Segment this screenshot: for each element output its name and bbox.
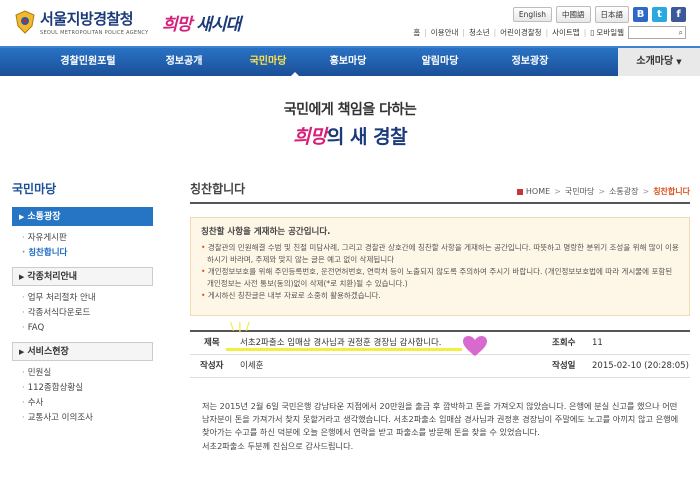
sidebar-item-faq[interactable]: · FAQ xyxy=(22,321,153,336)
site-logo[interactable]: 서울지방경찰청 SEOUL METROPOLITAN POLICE AGENCY xyxy=(14,8,148,36)
notice-line: • 경찰관의 민원해결 수범 및 친절 미담사례, 그리고 경찰관 상호간에 칭… xyxy=(201,243,679,264)
lang-chinese-button[interactable]: 中國語 xyxy=(556,6,591,23)
sidebar-cat-label: 소통광장 xyxy=(27,212,61,222)
banner-line1: 국민에게 책임을 다하는 xyxy=(283,102,417,118)
sidebar-item-forms[interactable]: · 각종서식다운로드 xyxy=(22,306,153,321)
nav-item-intro-label: 소개마당 xyxy=(636,56,674,67)
sidebar-cat-processing[interactable]: ▶ 각종처리안내 xyxy=(12,267,153,286)
nav-item-notice[interactable]: 알림마당 xyxy=(392,48,488,76)
notice-box: 칭찬할 사항을 게재하는 공간입니다. • 경찰관의 민원해결 수범 및 친절 … xyxy=(190,217,690,316)
triangle-right-icon: ▶ xyxy=(19,273,25,281)
sidebar-title: 국민마당 xyxy=(12,182,57,196)
breadcrumb-home[interactable]: HOME xyxy=(526,187,550,196)
banner-line2: 희망의 새 경찰 xyxy=(0,122,700,149)
sidebar-sublist-processing: · 업무 처리절차 안내 · 각종서식다운로드 · FAQ xyxy=(12,286,153,338)
facebook-icon[interactable]: f xyxy=(671,7,686,22)
author-label: 작성자 xyxy=(200,361,224,371)
language-bar: English 中國語 日本語 B t f xyxy=(512,6,686,23)
notice-line: • 개인정보보호를 위해 주민등록번호, 운전면허번호, 연락처 등이 노출되지… xyxy=(201,267,673,288)
sidebar-cat-communication[interactable]: ▶ 소통광장 xyxy=(12,207,153,226)
home-icon xyxy=(516,188,523,195)
util-kids-link[interactable]: 어린이경찰청 xyxy=(500,27,541,38)
util-guide-link[interactable]: 이용안내 xyxy=(431,27,459,38)
post-subject: 서초2파출소 임매삼 경사님과 권정훈 경장님 감사합니다. xyxy=(240,338,442,348)
sidebar-item-investigation[interactable]: · 수사 xyxy=(22,396,153,411)
slogan-hope: 희망 xyxy=(162,15,192,35)
post-body: 저는 2015년 2월 6일 국민은행 강남타운 지점에서 20만원을 출금 후… xyxy=(202,400,682,454)
title-divider xyxy=(190,202,690,204)
util-youth-link[interactable]: 청소년 xyxy=(469,27,490,38)
util-sitemap-link[interactable]: 사이트맵 xyxy=(552,27,580,38)
chevron-down-icon: ▼ xyxy=(676,58,682,66)
twitter-icon[interactable]: t xyxy=(652,7,667,22)
slogan-rest: 새시대 xyxy=(196,15,241,35)
hero-banner: 국민에게 책임을 다하는 희망의 새 경찰 xyxy=(0,76,700,166)
breadcrumb-current: 칭찬합니다 xyxy=(653,187,690,196)
sidebar-item-procedure[interactable]: · 업무 처리절차 안내 xyxy=(22,291,153,306)
post-date: 2015-02-10 (20:28:05) xyxy=(592,361,689,371)
sidebar-sublist-service: · 민원실 · 112종합상황실 · 수사 · 교통사고 이의조사 xyxy=(12,361,153,428)
sidebar-cat-label: 서비스현장 xyxy=(27,347,69,357)
sidebar-item-civil[interactable]: · 민원실 xyxy=(22,366,153,381)
date-label: 작성일 xyxy=(552,361,576,371)
mobile-icon: ▯ xyxy=(590,28,595,37)
search-icon[interactable]: ⌕ xyxy=(679,28,683,38)
slogan: 희망 새시대 xyxy=(162,10,241,35)
nav-item-portal[interactable]: 경찰민원포털 xyxy=(40,48,136,76)
sidebar-item-traffic[interactable]: · 교통사고 이의조사 xyxy=(22,411,153,426)
subject-label: 제목 xyxy=(204,338,220,348)
banner-hope: 희망 xyxy=(292,126,327,148)
police-emblem-icon xyxy=(15,10,35,34)
util-home-link[interactable]: 홈 xyxy=(413,27,420,38)
nav-item-public-label: 국민마당 xyxy=(249,56,287,67)
sidebar-sublist-communication: · 자유게시판 · 칭찬합니다 xyxy=(12,226,153,263)
sidebar-cat-label: 각종처리안내 xyxy=(27,272,78,282)
sidebar-item-112[interactable]: · 112종합상황실 xyxy=(22,381,153,396)
post-body-paragraph: 서초2파출소 두분께 진심으로 감사드립니다. xyxy=(202,441,354,451)
post-info-row-subject: 제목 \ | / 서초2파출소 임매삼 경사님과 권정훈 경장님 감사합니다. … xyxy=(190,320,690,356)
post-views: 11 xyxy=(592,338,603,348)
lang-japanese-button[interactable]: 日本語 xyxy=(594,6,629,23)
main-nav: 경찰민원포털 정보공개 국민마당 홍보마당 알림마당 정보광장 소개마당 ▼ xyxy=(0,46,700,77)
logo-title: 서울지방경찰청 xyxy=(40,10,134,28)
lang-english-button[interactable]: English xyxy=(512,7,552,22)
blog-icon[interactable]: B xyxy=(633,7,648,22)
notice-heading: 칭찬할 사항을 게재하는 공간입니다. xyxy=(201,227,331,237)
sidebar-item-freeboard[interactable]: · 자유게시판 xyxy=(22,231,153,246)
logo-subtitle: SEOUL METROPOLITAN POLICE AGENCY xyxy=(40,30,149,36)
util-mobile-link[interactable]: 모바일웹 xyxy=(596,27,624,38)
post-info-table: 제목 \ | / 서초2파출소 임매삼 경사님과 권정훈 경장님 감사합니다. … xyxy=(190,320,690,378)
sidebar-cat-service[interactable]: ▶ 서비스현장 xyxy=(12,342,153,361)
utility-links: 홈 | 이용안내 | 청소년 | 어린이경찰청 | 사이트맵 | ▯ 모바일웹 ⌕ xyxy=(413,26,686,39)
views-label: 조회수 xyxy=(552,338,576,348)
search-input[interactable]: ⌕ xyxy=(628,26,686,39)
breadcrumb-public[interactable]: 국민마당 xyxy=(565,186,594,197)
notice-line: • 게시하신 칭찬글은 내부 자료로 소중히 활용하겠습니다. xyxy=(201,291,381,300)
breadcrumb: HOME > 국민마당 > 소통광장 > 칭찬합니다 xyxy=(516,186,690,197)
nav-item-info[interactable]: 정보광장 xyxy=(482,48,578,76)
triangle-right-icon: ▶ xyxy=(19,213,25,221)
triangle-right-icon: ▶ xyxy=(19,348,25,356)
sidebar-item-praise[interactable]: · 칭찬합니다 xyxy=(22,246,153,261)
post-body-paragraph: 저는 2015년 2월 6일 국민은행 강남타운 지점에서 20만원을 출금 후… xyxy=(202,401,679,437)
nav-item-pr[interactable]: 홍보마당 xyxy=(300,48,396,76)
nav-item-disclosure[interactable]: 정보공개 xyxy=(136,48,232,76)
breadcrumb-communication[interactable]: 소통광장 xyxy=(609,186,638,197)
heart-icon xyxy=(463,336,487,356)
nav-item-intro[interactable]: 소개마당 ▼ xyxy=(618,48,700,76)
sidebar: 국민마당 ▶ 소통광장 · 자유게시판 · 칭찬합니다 ▶ 각종처리안내 · 업무 처리절… xyxy=(12,180,153,428)
site-header: 서울지방경찰청 SEOUL METROPOLITAN POLICE AGENCY… xyxy=(0,0,700,46)
banner-rest: 의 새 경찰 xyxy=(326,126,408,148)
post-info-row-author: 작성자 이세훈 작성일 2015-02-10 (20:28:05) xyxy=(190,355,690,378)
main-content: 칭찬합니다 HOME > 국민마당 > 소통광장 > 칭찬합니다 칭찬할 사항을 게재… xyxy=(190,180,690,451)
post-author: 이세훈 xyxy=(240,361,264,371)
